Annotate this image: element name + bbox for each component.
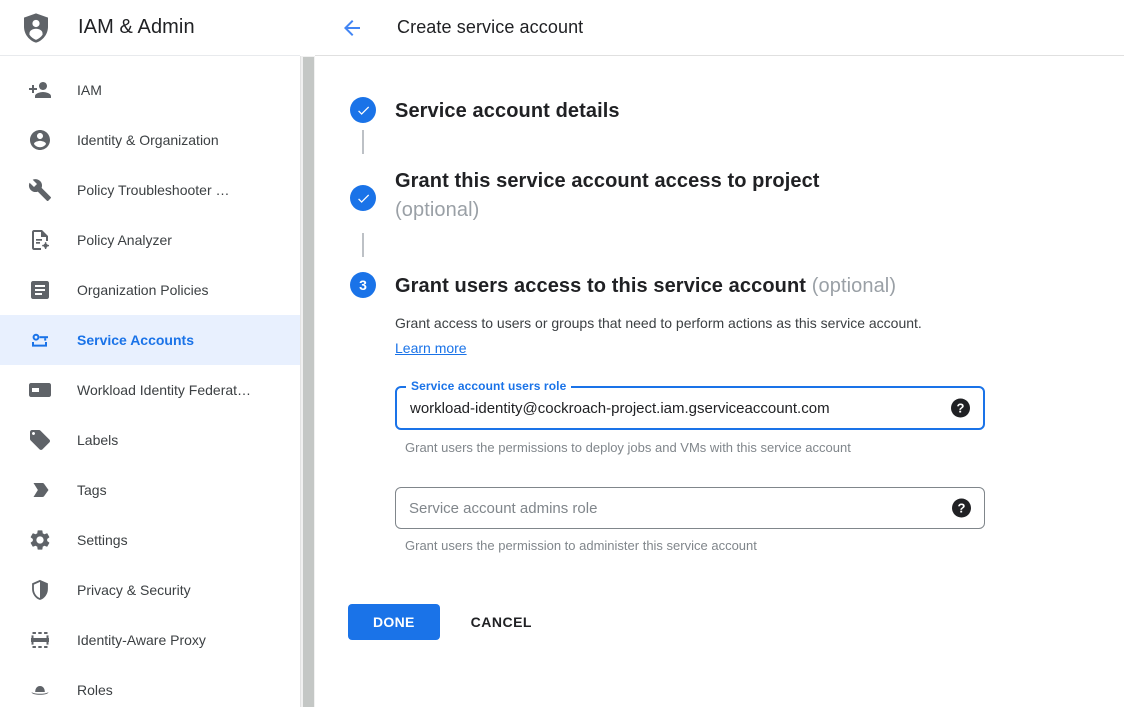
sidebar-item-label: Roles — [77, 682, 113, 698]
check-icon — [356, 103, 371, 118]
sidebar-item-workload-identity-federation[interactable]: Workload Identity Federat… — [0, 365, 300, 415]
sidebar-item-iam[interactable]: IAM — [0, 65, 300, 115]
step-3-description: Grant access to users or groups that nee… — [395, 311, 960, 361]
gcp-console: IAM & Admin IAM Identity & Organization — [0, 0, 1124, 707]
step-2-check-badge — [350, 185, 376, 211]
label-important-icon — [28, 478, 52, 502]
step-3-title: Grant users access to this service accou… — [395, 272, 896, 301]
sidebar-item-labels[interactable]: Labels — [0, 415, 300, 465]
document-gear-icon — [28, 228, 52, 252]
gear-icon — [28, 528, 52, 552]
sidebar-nav: IAM Identity & Organization Policy Troub… — [0, 56, 300, 715]
sidebar-item-label: Workload Identity Federat… — [77, 382, 251, 398]
sidebar: IAM & Admin IAM Identity & Organization — [0, 0, 300, 707]
page-title: Create service account — [397, 17, 583, 38]
done-button[interactable]: DONE — [348, 604, 440, 640]
step-connector — [362, 130, 364, 154]
sidebar-item-tags[interactable]: Tags — [0, 465, 300, 515]
users-role-input[interactable] — [397, 388, 983, 428]
step-3-optional-text: (optional) — [812, 275, 896, 297]
sidebar-item-identity-aware-proxy[interactable]: Identity-Aware Proxy — [0, 615, 300, 665]
sidebar-item-label: Tags — [77, 482, 107, 498]
shield-half-icon — [28, 578, 52, 602]
back-button[interactable] — [340, 16, 364, 40]
proxy-grid-icon — [28, 628, 52, 652]
step-2-optional-text: (optional) — [395, 196, 820, 225]
iam-admin-logo-shield-person-icon — [20, 11, 52, 45]
step-1-check-badge — [350, 97, 376, 123]
sidebar-item-policy-troubleshooter[interactable]: Policy Troubleshooter … — [0, 165, 300, 215]
detective-hat-icon — [28, 678, 52, 702]
sidebar-header: IAM & Admin — [0, 0, 300, 56]
help-icon[interactable]: ? — [951, 399, 970, 418]
sidebar-scrollbar-track[interactable] — [300, 56, 315, 707]
account-circle-icon — [28, 128, 52, 152]
sidebar-item-label: Privacy & Security — [77, 582, 191, 598]
sidebar-item-label: Labels — [77, 432, 118, 448]
label-tag-icon — [28, 428, 52, 452]
arrow-back-icon — [340, 16, 364, 40]
step-connector — [362, 233, 364, 257]
step-1-title: Service account details — [395, 97, 620, 126]
sidebar-item-label: Policy Troubleshooter … — [77, 182, 230, 198]
sidebar-item-organization-policies[interactable]: Organization Policies — [0, 265, 300, 315]
admins-role-input[interactable] — [396, 488, 984, 528]
sidebar-item-label: Service Accounts — [77, 332, 194, 348]
step-2-title-text: Grant this service account access to pro… — [395, 170, 820, 192]
admins-role-helper-text: Grant users the permission to administer… — [405, 538, 757, 553]
description-text: Grant access to users or groups that nee… — [395, 315, 922, 331]
service-account-key-icon — [28, 328, 52, 352]
article-icon — [28, 278, 52, 302]
cancel-button[interactable]: CANCEL — [471, 614, 532, 630]
sidebar-item-roles[interactable]: Roles — [0, 665, 300, 715]
sidebar-item-settings[interactable]: Settings — [0, 515, 300, 565]
main-panel: Create service account Service account d… — [315, 0, 1124, 707]
sidebar-item-privacy-security[interactable]: Privacy & Security — [0, 565, 300, 615]
service-account-admins-role-field: ? — [395, 487, 985, 529]
users-role-helper-text: Grant users the permissions to deploy jo… — [405, 440, 851, 455]
sidebar-item-label: Organization Policies — [77, 282, 209, 298]
sidebar-item-label: Settings — [77, 532, 128, 548]
product-title: IAM & Admin — [78, 16, 195, 39]
step-1-title-text: Service account details — [395, 100, 620, 122]
page-header: Create service account — [315, 0, 1124, 56]
sidebar-scrollbar-thumb[interactable] — [303, 57, 314, 707]
wrench-icon — [28, 178, 52, 202]
form-actions: DONE CANCEL — [348, 604, 532, 640]
step-2-title: Grant this service account access to pro… — [395, 167, 820, 225]
step-3-number-badge: 3 — [350, 272, 376, 298]
help-icon[interactable]: ? — [952, 499, 971, 518]
service-account-users-role-field: Service account users role ? — [395, 386, 985, 430]
sidebar-item-label: Policy Analyzer — [77, 232, 172, 248]
step-3-number: 3 — [359, 277, 367, 293]
sidebar-item-label: Identity-Aware Proxy — [77, 632, 206, 648]
step-3-title-text: Grant users access to this service accou… — [395, 275, 806, 297]
check-icon — [356, 191, 371, 206]
sidebar-item-service-accounts[interactable]: Service Accounts — [0, 315, 300, 365]
sidebar-item-identity-organization[interactable]: Identity & Organization — [0, 115, 300, 165]
learn-more-link[interactable]: Learn more — [395, 340, 467, 356]
sidebar-item-policy-analyzer[interactable]: Policy Analyzer — [0, 215, 300, 265]
person-add-icon — [28, 78, 52, 102]
card-icon — [28, 378, 52, 402]
sidebar-item-label: IAM — [77, 82, 102, 98]
sidebar-item-label: Identity & Organization — [77, 132, 219, 148]
